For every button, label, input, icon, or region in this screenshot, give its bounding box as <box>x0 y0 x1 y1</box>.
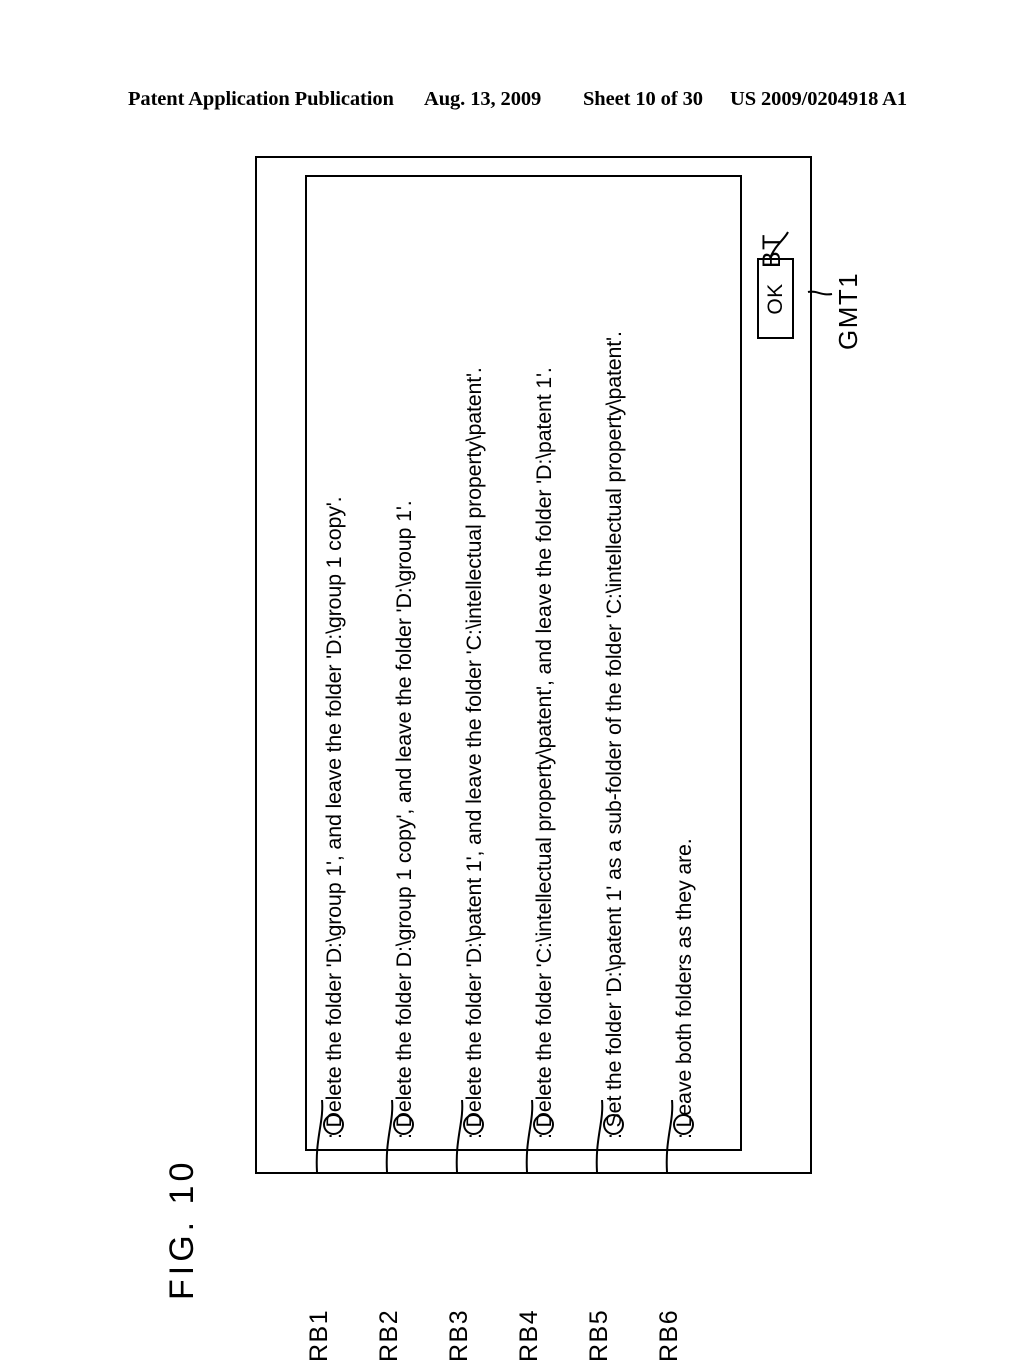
option-label: : Delete the folder D:\group 1 copy', an… <box>392 500 416 1139</box>
gmt1-leader-line <box>807 290 833 296</box>
rb3-reference-label: RB3 <box>445 1308 473 1362</box>
bt-leader-line <box>769 231 789 259</box>
document-number: US 2009/0204918 A1 <box>730 88 908 110</box>
message-panel: : Delete the folder 'D:\group 1', and le… <box>305 175 742 1151</box>
publication-date: Aug. 13, 2009 <box>424 88 542 110</box>
sheet-number: Sheet 10 of 30 <box>583 88 703 110</box>
option-label: : Delete the folder 'C:\intellectual pro… <box>532 367 556 1139</box>
publication-title: Patent Application Publication <box>128 88 394 110</box>
option-row-6[interactable]: : Leave both folders as they are. <box>661 173 731 1149</box>
option-label: : Delete the folder 'D:\group 1', and le… <box>322 496 346 1139</box>
rb2-reference-label: RB2 <box>375 1308 403 1362</box>
option-label: : Leave both folders as they are. <box>672 838 696 1139</box>
rb1-reference-label: RB1 <box>305 1308 333 1362</box>
option-label: : Set the folder 'D:\patent 1' as a sub-… <box>602 331 626 1139</box>
option-row-2[interactable]: : Delete the folder D:\group 1 copy', an… <box>381 173 451 1149</box>
option-row-3[interactable]: : Delete the folder 'D:\patent 1', and l… <box>451 173 521 1149</box>
page-header: Patent Application Publication Aug. 13, … <box>0 88 1024 122</box>
rb5-reference-label: RB5 <box>585 1308 613 1362</box>
ok-button[interactable]: OK <box>757 258 794 339</box>
option-row-1[interactable]: : Delete the folder 'D:\group 1', and le… <box>311 173 381 1149</box>
option-row-5[interactable]: : Set the folder 'D:\patent 1' as a sub-… <box>591 173 661 1149</box>
option-label: : Delete the folder 'D:\patent 1', and l… <box>462 367 486 1139</box>
option-row-4[interactable]: : Delete the folder 'C:\intellectual pro… <box>521 173 591 1149</box>
figure-label: FIG. 10 <box>163 1158 201 1300</box>
rb6-reference-label: RB6 <box>655 1308 683 1362</box>
ok-button-label: OK <box>763 282 787 315</box>
rb4-reference-label: RB4 <box>515 1308 543 1362</box>
